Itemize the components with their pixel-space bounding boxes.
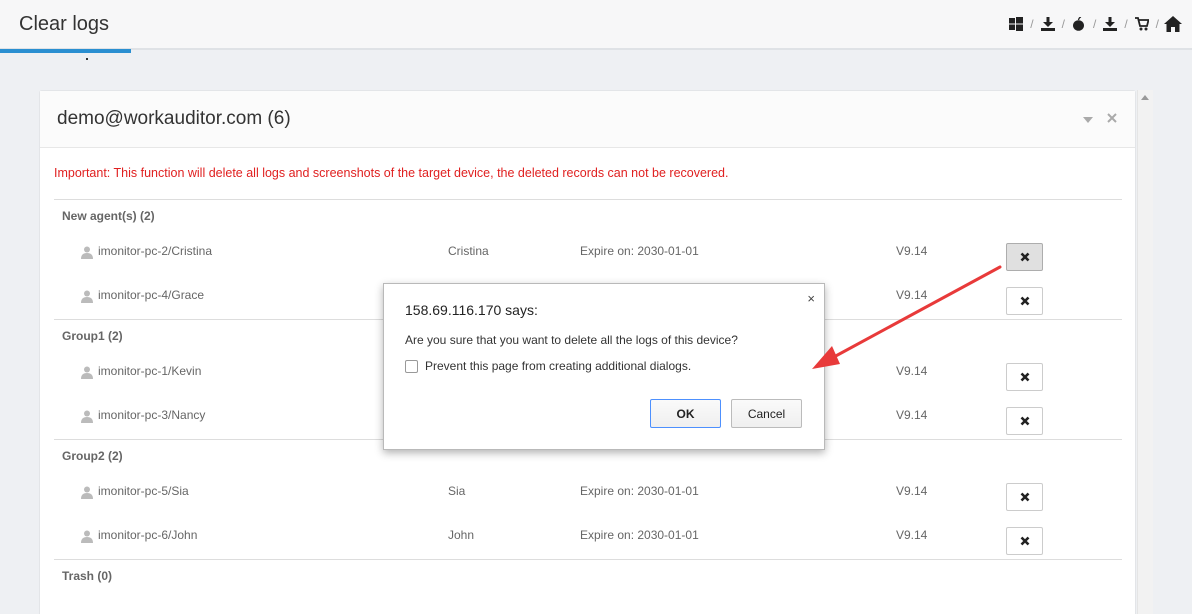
table-row: imonitor-pc-5/Sia Sia Expire on: 2030-01… [54,471,1122,515]
expire-date: Expire on: 2030-01-01 [580,484,699,498]
user-icon [81,366,93,382]
checkbox-label: Prevent this page from creating addition… [425,359,692,373]
collapse-icon[interactable] [1083,111,1093,126]
panel-header: demo@workauditor.com (6) [40,91,1135,148]
dot-marker [86,58,88,60]
close-icon [1020,372,1029,382]
device-name: imonitor-pc-3/Nancy [98,408,206,422]
close-icon [1020,536,1029,546]
delete-logs-button[interactable] [1006,483,1043,511]
close-icon[interactable] [1107,111,1117,126]
cart-icon[interactable] [1133,15,1151,33]
apple-icon[interactable] [1070,15,1088,33]
scroll-up-icon[interactable] [1141,95,1149,100]
home-icon[interactable] [1164,15,1182,33]
device-alias: John [448,528,475,542]
device-alias: Cristina [448,244,489,258]
confirm-dialog: 158.69.116.170 says: × Are you sure that… [383,283,825,450]
delete-logs-button[interactable] [1006,287,1043,315]
version: V9.14 [896,244,928,258]
close-icon[interactable]: × [807,291,815,306]
version: V9.14 [896,528,928,542]
user-icon [81,290,93,306]
delete-logs-button[interactable] [1006,407,1043,435]
cancel-button[interactable]: Cancel [731,399,802,428]
download-icon[interactable] [1039,15,1057,33]
title-underline [0,49,131,53]
close-icon [1020,296,1029,306]
ok-button[interactable]: OK [650,399,721,428]
user-icon [81,410,93,426]
separator: / [1061,17,1065,31]
separator: / [1155,17,1159,31]
user-icon [81,246,93,262]
page-title: Clear logs [19,13,110,35]
delete-logs-button[interactable] [1006,363,1043,391]
device-name: imonitor-pc-6/John [98,528,198,542]
device-name: imonitor-pc-2/Cristina [98,244,213,258]
dialog-message: Are you sure that you want to delete all… [405,333,738,347]
delete-logs-button[interactable] [1006,243,1043,271]
table-row: imonitor-pc-6/John John Expire on: 2030-… [54,515,1122,559]
warning-message: Important: This function will delete all… [54,166,729,180]
panel-tools [1083,111,1117,126]
close-icon [1020,492,1029,502]
group-header: New agent(s) (2) [54,199,1122,231]
separator: / [1030,17,1034,31]
expire-date: Expire on: 2030-01-01 [580,244,699,258]
expire-date: Expire on: 2030-01-01 [580,528,699,542]
device-alias: Sia [448,484,466,498]
panel-title: demo@workauditor.com (6) [57,108,291,129]
separator: / [1092,17,1097,31]
user-icon [81,530,93,546]
version: V9.14 [896,288,928,302]
dialog-title: 158.69.116.170 says: [405,302,538,318]
version: V9.14 [896,408,928,422]
close-icon [1020,416,1029,426]
separator: / [1124,17,1128,31]
device-name: imonitor-pc-1/Kevin [98,364,202,378]
user-icon [81,486,93,502]
top-icon-bar: / / / / / [1007,15,1182,33]
version: V9.14 [896,364,928,378]
prevent-dialogs-checkbox[interactable]: Prevent this page from creating addition… [405,359,691,373]
device-name: imonitor-pc-5/Sia [98,484,189,498]
delete-logs-button[interactable] [1006,527,1043,555]
checkbox-box[interactable] [405,359,418,373]
close-icon [1020,252,1029,262]
download-icon[interactable] [1101,15,1119,33]
group-header: Trash (0) [54,559,1122,591]
scrollbar[interactable] [1137,90,1153,614]
table-row: imonitor-pc-2/Cristina Cristina Expire o… [54,231,1122,275]
windows-icon[interactable] [1007,15,1025,33]
top-bar: Clear logs / / / / / [0,0,1192,53]
device-name: imonitor-pc-4/Grace [98,288,205,302]
version: V9.14 [896,484,928,498]
